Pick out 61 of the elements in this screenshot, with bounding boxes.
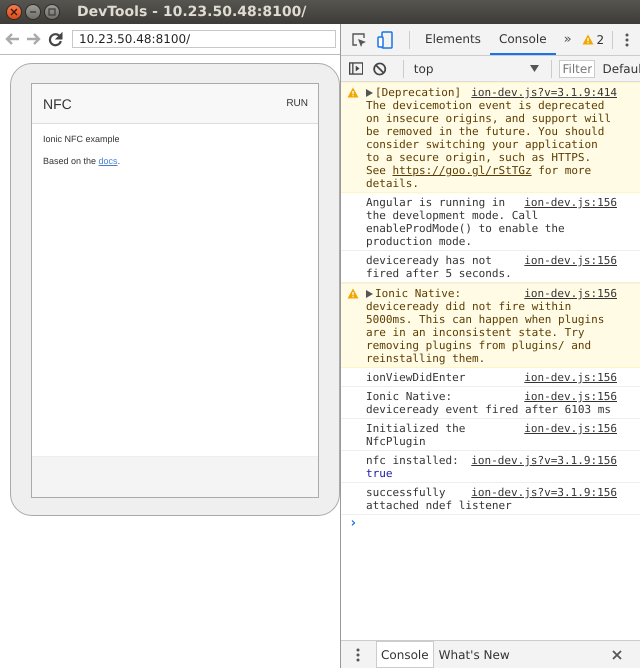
window-title: DevTools - 10.23.50.48:8100/: [77, 4, 306, 20]
source-link[interactable]: ion-dev.js:156: [518, 196, 617, 209]
dropdown-caret-icon: [530, 65, 538, 72]
maximize-icon: [48, 8, 56, 16]
paragraph: Ionic NFC example: [43, 134, 121, 144]
message-text: nfc installed:: [366, 454, 459, 467]
source-link[interactable]: ion-dev.js?v=3.1.9:156: [465, 486, 617, 499]
message-text: [Deprecation]: [375, 86, 462, 99]
menu-icon[interactable]: [625, 32, 630, 46]
paragraph: Based on the docs.: [43, 156, 122, 166]
more-tabs-button[interactable]: »: [556, 32, 580, 47]
expand-triangle-icon[interactable]: [366, 290, 373, 298]
menu-icon[interactable]: [356, 648, 360, 662]
message-text: deviceready did not fire within 5000ms. This can happen when plugins are in an inconsistent state. Try removing plugins from plugins/ and reinstalling them.: [366, 300, 606, 365]
run-button[interactable]: RUN: [286, 98, 308, 109]
context-select[interactable]: top: [410, 62, 544, 76]
warning-icon: [347, 87, 359, 98]
prompt-caret[interactable]: ›: [349, 515, 358, 531]
source-link[interactable]: ion-dev.js:156: [518, 254, 617, 267]
source-link[interactable]: ion-dev.js:156: [518, 422, 617, 435]
panel-tab[interactable]: Elements: [416, 24, 490, 55]
docs-link[interactable]: docs: [98, 156, 118, 166]
source-link[interactable]: ion-dev.js:156: [518, 287, 617, 300]
sidebar-toggle-icon[interactable]: [349, 62, 364, 75]
message-text: Ionic Native:: [375, 287, 462, 300]
inspect-icon[interactable]: [351, 32, 367, 48]
message-text: the development mode. Call enableProdMode() to enable the production mode.: [366, 209, 566, 248]
source-link[interactable]: ion-dev.js?v=3.1.9:414: [465, 86, 617, 99]
minimize-button[interactable]: [25, 4, 41, 20]
drawer-tab[interactable]: What's New: [434, 641, 515, 668]
clear-console-icon[interactable]: [373, 62, 387, 76]
message-text: fired after 5 seconds.: [366, 267, 513, 280]
message-text: deviceready event fired after 6103 ms: [366, 403, 612, 416]
reload-icon[interactable]: [48, 32, 63, 46]
warning-icon: [582, 34, 594, 45]
source-link[interactable]: ion-dev.js:156: [518, 390, 617, 403]
message-text: ionViewDidEnter: [366, 371, 466, 384]
app-title: NFC: [43, 96, 72, 112]
warning-count-button[interactable]: 2: [580, 32, 606, 46]
expand-triangle-icon[interactable]: [366, 88, 373, 96]
url-link[interactable]: https://goo.gl/rStTGz: [392, 164, 532, 177]
close-icon[interactable]: [612, 650, 622, 660]
close-icon: [10, 8, 18, 16]
filter-field[interactable]: Filter: [559, 60, 596, 78]
message-text: successfully: [366, 486, 446, 499]
warning-icon: [347, 288, 359, 299]
message-text: NfcPlugin: [366, 435, 427, 448]
boolean-value: true: [366, 467, 394, 480]
message-text: The devicemotion event is deprecated on insecure origins, and support will be removed in the future. You should consider switching your application to a secure origin, such as HTTPS. See https://goo.gl/rStTGz for more details.: [366, 99, 612, 190]
address-bar[interactable]: 10.23.50.48:8100/: [72, 30, 336, 48]
source-link[interactable]: ion-dev.js?v=3.1.9:156: [465, 454, 617, 467]
device-toolbar-icon[interactable]: [377, 30, 393, 48]
message-text: deviceready has not: [366, 254, 492, 267]
message-text: Ionic Native:: [366, 390, 452, 403]
close-button[interactable]: [6, 4, 22, 20]
maximize-button[interactable]: [44, 4, 60, 20]
message-text: Angular is running in: [366, 196, 506, 209]
message-text: attached ndef listener: [366, 499, 513, 512]
drawer-tab[interactable]: Console: [376, 641, 434, 668]
message-text: Initialized the: [366, 422, 466, 435]
source-link[interactable]: ion-dev.js:156: [518, 371, 617, 384]
